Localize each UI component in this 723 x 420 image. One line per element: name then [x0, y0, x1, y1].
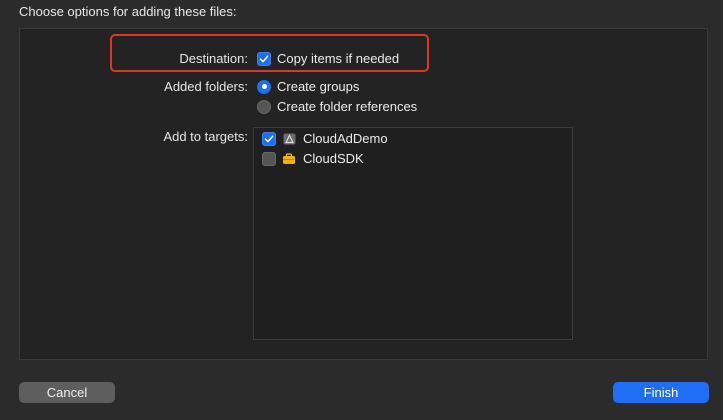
app-target-icon — [282, 133, 296, 145]
create-groups-label: Create groups — [277, 79, 360, 94]
cancel-button[interactable]: Cancel — [19, 382, 115, 403]
create-folder-references-option[interactable]: Create folder references — [257, 99, 417, 114]
create-groups-option[interactable]: Create groups — [257, 79, 359, 94]
destination-highlight-box — [110, 34, 429, 72]
create-folder-references-radio[interactable] — [257, 99, 271, 114]
create-groups-radio[interactable] — [257, 79, 271, 94]
target-checkbox[interactable] — [262, 151, 276, 166]
target-name: CloudSDK — [303, 151, 364, 166]
checkmark-icon — [264, 135, 274, 142]
added-folders-label: Added folders: — [164, 79, 248, 94]
sheet-title: Choose options for adding these files: — [19, 4, 237, 19]
target-row[interactable]: CloudSDK — [262, 151, 364, 166]
add-to-targets-label: Add to targets: — [163, 129, 248, 144]
target-name: CloudAdDemo — [303, 131, 388, 146]
add-files-options-sheet: Choose options for adding these files: D… — [0, 0, 723, 420]
targets-list[interactable]: CloudAdDemo CloudSDK — [253, 127, 573, 340]
target-row[interactable]: CloudAdDemo — [262, 131, 388, 146]
framework-target-icon — [282, 152, 296, 165]
create-folder-references-label: Create folder references — [277, 99, 418, 114]
finish-button[interactable]: Finish — [613, 382, 709, 403]
target-checkbox[interactable] — [262, 131, 276, 146]
